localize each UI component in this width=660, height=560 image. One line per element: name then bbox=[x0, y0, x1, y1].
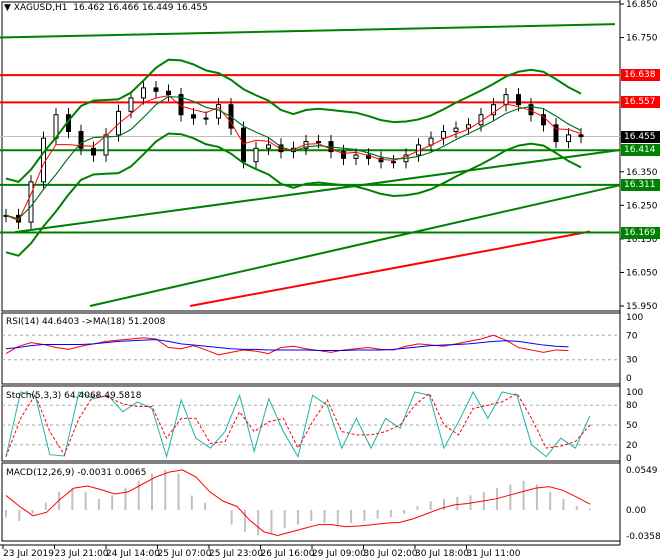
candle bbox=[128, 97, 134, 112]
candle bbox=[216, 104, 221, 119]
trend-line bbox=[0, 23, 616, 39]
rsi-tick-label: 70 bbox=[626, 331, 638, 341]
stoch-tick-label: 100 bbox=[626, 388, 643, 398]
stoch-tick-label: 0 bbox=[626, 454, 632, 464]
macd-tick-label: -0.0358 bbox=[626, 532, 660, 542]
time-tick-label: 31 Jul 11:00 bbox=[467, 549, 521, 559]
rsi-line bbox=[5, 334, 569, 356]
time-tick-label: 30 Jul 18:00 bbox=[415, 549, 469, 559]
candle bbox=[453, 127, 459, 133]
candle bbox=[516, 94, 521, 106]
chart-title: ▼ XAGUSD,H1 16.462 16.466 16.449 16.455 bbox=[4, 3, 208, 13]
stoch-tick-label: 20 bbox=[626, 441, 638, 451]
rsi-label: RSI(14) 44.6403 ->MA(18) 51.2008 bbox=[6, 317, 166, 327]
candle bbox=[166, 90, 171, 96]
price-tick-label: 16.350 bbox=[626, 168, 658, 178]
trend-line bbox=[89, 184, 621, 307]
ohlc-values: 16.462 16.466 16.449 16.455 bbox=[73, 3, 208, 13]
rsi-tick-label: 100 bbox=[626, 313, 643, 323]
price-level-label: 16.311 bbox=[621, 178, 660, 191]
price-tick-label: 15.950 bbox=[626, 302, 658, 312]
candle bbox=[441, 131, 446, 139]
macd-signal-line bbox=[5, 469, 591, 537]
candle bbox=[191, 114, 196, 119]
candle bbox=[203, 117, 209, 120]
macd-label: MACD(12,26,9) -0.0031 0.0065 bbox=[6, 468, 146, 478]
triangle-down-icon[interactable]: ▼ bbox=[4, 3, 11, 13]
symbol: XAGUSD,H1 bbox=[13, 3, 68, 13]
candle bbox=[266, 144, 271, 149]
candle bbox=[428, 137, 434, 146]
price-level-label: 16.638 bbox=[621, 69, 660, 82]
price-tick-label: 16.750 bbox=[626, 34, 658, 44]
time-tick-label: 30 Jul 02:00 bbox=[364, 549, 418, 559]
time-tick-label: 25 Jul 07:00 bbox=[158, 549, 212, 559]
candle bbox=[141, 87, 146, 99]
bollinger-upper bbox=[5, 58, 582, 183]
stoch-tick-label: 80 bbox=[626, 401, 638, 411]
candle bbox=[353, 154, 359, 159]
rsi-tick-label: 0 bbox=[626, 374, 632, 384]
candle bbox=[91, 147, 96, 156]
candle bbox=[41, 137, 46, 183]
chart-canvas[interactable]: 16.85016.75016.35016.25016.15016.05015.9… bbox=[0, 0, 660, 560]
rsi-tick-label: 30 bbox=[626, 356, 638, 366]
candle bbox=[391, 161, 396, 164]
panel-border-0 bbox=[1, 1, 621, 312]
time-tick-label: 29 Jul 09:00 bbox=[312, 549, 366, 559]
price-level-label: 16.414 bbox=[621, 144, 660, 157]
candle bbox=[466, 124, 471, 129]
rsi-ma-line bbox=[5, 339, 569, 352]
candle bbox=[578, 134, 584, 138]
stoch-label: Stoch(5,3,3) 64.4068 49.5818 bbox=[6, 391, 142, 401]
time-tick-label: 24 Jul 14:00 bbox=[106, 549, 160, 559]
candle bbox=[566, 134, 571, 143]
candle bbox=[503, 94, 509, 106]
stoch-tick-label: 50 bbox=[626, 421, 638, 431]
macd-tick-label: 0.00 bbox=[626, 506, 646, 516]
candle bbox=[316, 141, 321, 144]
price-level-label: 16.455 bbox=[621, 130, 660, 143]
candle bbox=[153, 87, 159, 92]
time-tick-label: 26 Jul 16:00 bbox=[261, 549, 315, 559]
candle bbox=[28, 181, 34, 223]
time-tick-label: 25 Jul 23:00 bbox=[209, 549, 263, 559]
price-tick-label: 16.250 bbox=[626, 201, 658, 211]
chart-window: 16.850 16.750 16.350 16.250 16.150 16.050 15.9… bbox=[0, 0, 660, 560]
candle bbox=[103, 134, 109, 156]
candle bbox=[241, 127, 246, 163]
candle bbox=[253, 147, 259, 163]
price-level-label: 16.557 bbox=[621, 96, 660, 109]
time-tick-label: 23 Jul 2019 bbox=[3, 549, 54, 559]
time-tick-label: 23 Jul 21:00 bbox=[55, 549, 109, 559]
trend-line bbox=[14, 148, 621, 234]
price-level-label: 16.169 bbox=[621, 226, 660, 239]
price-tick-label: 16.050 bbox=[626, 268, 658, 278]
macd-tick-label: 0.0549 bbox=[626, 466, 658, 476]
price-tick-label: 16.850 bbox=[626, 0, 658, 10]
